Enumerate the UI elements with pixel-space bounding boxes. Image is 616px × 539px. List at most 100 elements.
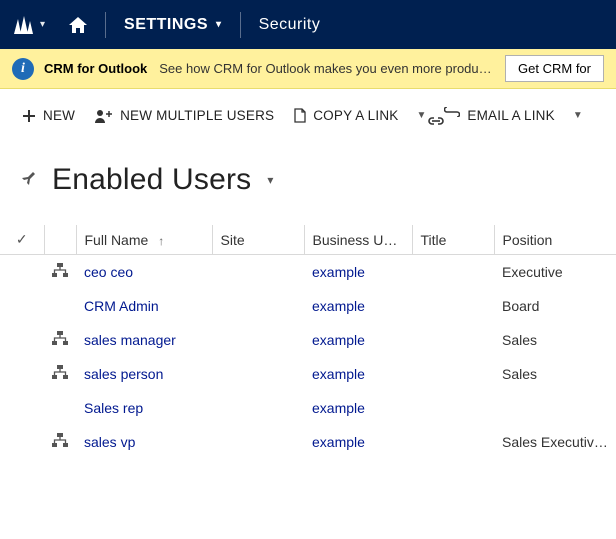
new-multiple-label: NEW MULTIPLE USERS (120, 108, 274, 123)
grid-header-row: ✓ Full Name ↑ Site Business Unit… Title … (0, 225, 616, 255)
column-header-business-unit[interactable]: Business Unit… (304, 225, 412, 255)
nav-separator (105, 12, 106, 38)
row-select-cell[interactable] (0, 255, 44, 289)
title-cell (412, 391, 494, 425)
user-link[interactable]: ceo ceo (84, 264, 133, 280)
email-link-button[interactable]: EMAIL A LINK (436, 101, 562, 131)
hierarchy-icon (52, 433, 68, 447)
chevron-down-icon: ▾ (40, 19, 45, 30)
business-unit-cell[interactable]: example (304, 391, 412, 425)
top-nav: ▾ SETTINGS ▾ Security (0, 0, 616, 49)
nav-separator (240, 12, 241, 38)
check-icon: ✓ (16, 231, 28, 247)
position-cell: Executive (494, 255, 616, 289)
bu-link[interactable]: example (312, 264, 365, 280)
info-icon: i (12, 58, 34, 80)
site-cell (212, 289, 304, 323)
get-crm-button[interactable]: Get CRM for (505, 55, 604, 82)
hierarchy-cell[interactable] (44, 357, 76, 391)
column-header-position[interactable]: Position (494, 225, 616, 255)
title-cell (412, 323, 494, 357)
column-header-title[interactable]: Title (412, 225, 494, 255)
row-select-cell[interactable] (0, 289, 44, 323)
title-cell (412, 425, 494, 459)
home-icon (69, 17, 87, 33)
title-cell (412, 255, 494, 289)
business-unit-cell[interactable]: example (304, 323, 412, 357)
home-button[interactable] (55, 0, 101, 49)
row-select-cell[interactable] (0, 425, 44, 459)
bu-link[interactable]: example (312, 400, 365, 416)
position-cell: Sales (494, 357, 616, 391)
sort-asc-icon: ↑ (158, 234, 164, 248)
new-button[interactable]: NEW (14, 102, 83, 129)
select-all-header[interactable]: ✓ (0, 225, 44, 255)
full-name-cell[interactable]: CRM Admin (76, 289, 212, 323)
copy-link-button[interactable]: COPY A LINK (286, 102, 406, 129)
position-cell: Sales Executives (494, 425, 616, 459)
users-grid: ✓ Full Name ↑ Site Business Unit… Title … (0, 225, 616, 459)
notification-bar: i CRM for Outlook See how CRM for Outloo… (0, 49, 616, 89)
new-multiple-users-button[interactable]: NEW MULTIPLE USERS (87, 102, 282, 129)
nav-security[interactable]: Security (245, 0, 335, 49)
full-name-cell[interactable]: sales vp (76, 425, 212, 459)
table-row[interactable]: ceo ceo example Executive (0, 255, 616, 289)
command-bar: NEW NEW MULTIPLE USERS COPY A LINK ▼ (0, 89, 616, 143)
app-logo-button[interactable]: ▾ (0, 0, 55, 49)
view-header: Enabled Users ▾ (0, 163, 616, 197)
hierarchy-column-header[interactable] (44, 225, 76, 255)
business-unit-cell[interactable]: example (304, 357, 412, 391)
site-cell (212, 255, 304, 289)
users-plus-icon (95, 109, 113, 123)
table-row[interactable]: Sales rep example (0, 391, 616, 425)
business-unit-cell[interactable]: example (304, 255, 412, 289)
column-header-full-name[interactable]: Full Name ↑ (76, 225, 212, 255)
user-link[interactable]: Sales rep (84, 400, 143, 416)
title-cell (412, 357, 494, 391)
new-label: NEW (43, 108, 75, 123)
hierarchy-cell[interactable] (44, 323, 76, 357)
business-unit-cell[interactable]: example (304, 425, 412, 459)
full-name-cell[interactable]: Sales rep (76, 391, 212, 425)
link-icon (444, 107, 460, 125)
bu-link[interactable]: example (312, 366, 365, 382)
hierarchy-cell[interactable] (44, 255, 76, 289)
bu-link[interactable]: example (312, 332, 365, 348)
full-name-cell[interactable]: sales person (76, 357, 212, 391)
bu-link[interactable]: example (312, 434, 365, 450)
table-row[interactable]: CRM Admin example Board (0, 289, 616, 323)
full-name-cell[interactable]: sales manager (76, 323, 212, 357)
business-unit-cell[interactable]: example (304, 289, 412, 323)
hierarchy-icon (52, 365, 68, 379)
row-select-cell[interactable] (0, 391, 44, 425)
view-title: Enabled Users (52, 163, 251, 197)
pin-icon[interactable] (20, 169, 38, 192)
nav-settings-label: SETTINGS (124, 16, 208, 34)
hierarchy-cell[interactable] (44, 391, 76, 425)
hierarchy-cell[interactable] (44, 289, 76, 323)
site-cell (212, 391, 304, 425)
bu-link[interactable]: example (312, 298, 365, 314)
full-name-cell[interactable]: ceo ceo (76, 255, 212, 289)
table-row[interactable]: sales person example Sales (0, 357, 616, 391)
row-select-cell[interactable] (0, 357, 44, 391)
notification-title: CRM for Outlook (44, 61, 147, 76)
user-link[interactable]: CRM Admin (84, 298, 159, 314)
column-header-site[interactable]: Site (212, 225, 304, 255)
view-selector-dropdown[interactable]: ▾ (267, 173, 273, 187)
user-link[interactable]: sales person (84, 366, 163, 382)
user-link[interactable]: sales manager (84, 332, 176, 348)
position-cell: Board (494, 289, 616, 323)
hierarchy-cell[interactable] (44, 425, 76, 459)
table-row[interactable]: sales vp example Sales Executives (0, 425, 616, 459)
email-link-dropdown[interactable]: ▼ (567, 104, 589, 127)
document-icon (294, 108, 306, 123)
site-cell (212, 357, 304, 391)
site-cell (212, 425, 304, 459)
nav-settings[interactable]: SETTINGS ▾ (110, 0, 236, 49)
user-link[interactable]: sales vp (84, 434, 135, 450)
row-select-cell[interactable] (0, 323, 44, 357)
email-link-label: EMAIL A LINK (467, 108, 554, 123)
hierarchy-icon (52, 331, 68, 345)
table-row[interactable]: sales managerexampleSales (0, 323, 616, 357)
